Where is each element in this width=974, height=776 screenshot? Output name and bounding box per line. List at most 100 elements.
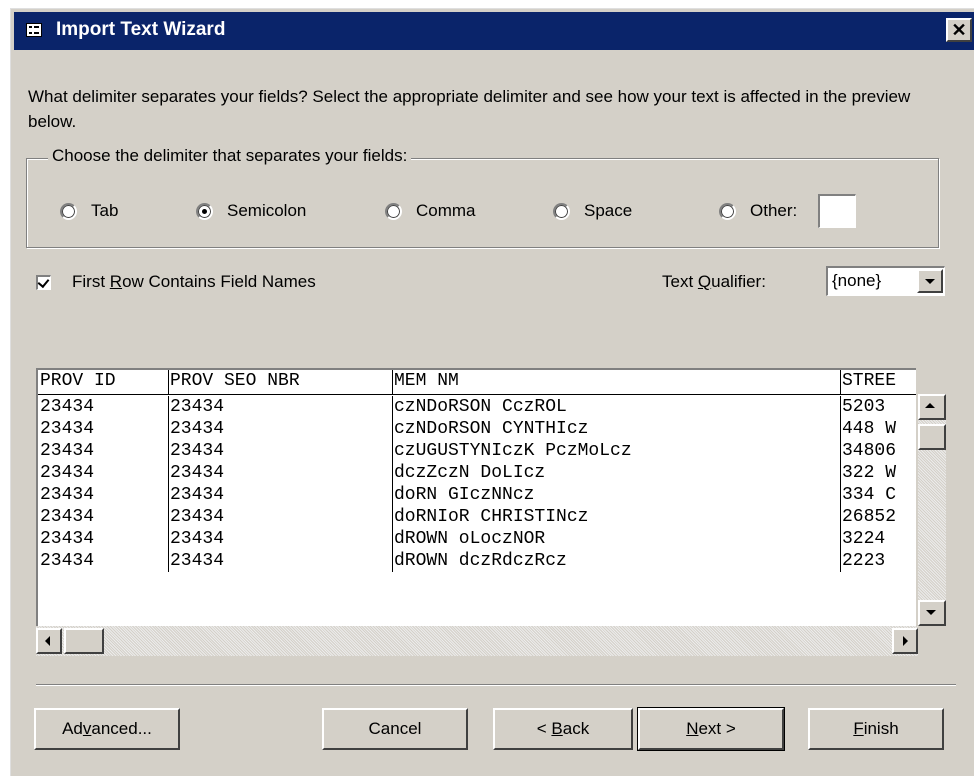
- table-cell: 2223: [842, 551, 886, 571]
- radio-semicolon-label: Semicolon: [227, 201, 307, 220]
- table-cell: 23434: [168, 506, 393, 528]
- table-cell: 3224: [842, 529, 886, 549]
- text-qualifier-select[interactable]: {none}: [826, 266, 945, 296]
- table-cell: dROWN dczRdczRcz: [392, 550, 841, 572]
- table-cell: dROWN oLoczNOR: [392, 528, 841, 550]
- table-cell: doRN GIczNNcz: [392, 484, 841, 506]
- advanced-button-label: anced...: [91, 719, 152, 738]
- close-button[interactable]: ✕: [946, 18, 972, 42]
- radio-space-label: Space: [584, 201, 633, 220]
- table-cell: doRNIoR CHRISTINcz: [392, 506, 841, 528]
- scroll-left-icon: [45, 636, 50, 646]
- table-cell: 5203: [842, 397, 886, 417]
- column-header[interactable]: STREE: [840, 370, 916, 395]
- scroll-down-button[interactable]: [918, 600, 946, 626]
- advanced-button[interactable]: Advanced...: [34, 708, 180, 750]
- table-cell: 23434: [38, 550, 169, 572]
- table-cell: 23434: [38, 506, 169, 528]
- back-button-label: ack: [562, 719, 590, 738]
- table-cell: 23434: [168, 528, 393, 550]
- table-cell: czNDoRSON CYNTHIcz: [392, 418, 841, 440]
- radio-tab[interactable]: Tab: [60, 201, 118, 221]
- advanced-button-label: Ad: [62, 719, 83, 738]
- chevron-down-icon: [925, 279, 935, 284]
- next-button-label: ext >: [698, 719, 736, 738]
- table-cell: 334 C: [842, 485, 897, 505]
- next-button[interactable]: Next >: [637, 707, 785, 751]
- radio-tab-label: Tab: [91, 201, 119, 220]
- table-cell: 23434: [38, 462, 169, 484]
- first-row-label[interactable]: First Row Contains Field Names: [72, 272, 316, 292]
- table-cell: 23434: [168, 550, 393, 572]
- cancel-button[interactable]: Cancel: [322, 708, 468, 750]
- form-window-icon: [26, 23, 42, 37]
- column-header[interactable]: PROV ID: [38, 370, 169, 395]
- other-delimiter-input[interactable]: [818, 194, 856, 228]
- table-cell: 23434: [168, 462, 393, 484]
- first-row-checkbox[interactable]: [36, 275, 51, 290]
- table-cell: 23434: [38, 396, 169, 418]
- table-cell: 23434: [168, 484, 393, 506]
- radio-other[interactable]: Other:: [719, 201, 797, 221]
- scroll-left-button[interactable]: [36, 628, 62, 654]
- close-icon: ✕: [951, 20, 967, 40]
- radio-comma-circle[interactable]: [385, 202, 402, 220]
- title-bar[interactable]: Import Text Wizard ✕: [14, 12, 974, 50]
- finish-button[interactable]: Finish: [808, 708, 944, 750]
- table-cell: 26852: [842, 507, 897, 527]
- text-qualifier-label: Text Qualifier:: [662, 272, 766, 292]
- table-cell: dczZczN DoLIcz: [392, 462, 841, 484]
- horizontal-scroll-thumb[interactable]: [64, 628, 104, 654]
- vertical-scroll-thumb[interactable]: [918, 424, 946, 450]
- radio-other-label: Other:: [750, 201, 798, 220]
- table-cell: 448 W: [842, 419, 897, 439]
- finish-button-label: inish: [863, 719, 899, 738]
- radio-other-circle[interactable]: [719, 202, 736, 220]
- delimiter-group-legend: Choose the delimiter that separates your…: [48, 146, 412, 166]
- first-row-label-part: First: [72, 272, 110, 291]
- back-button-label: <: [536, 719, 552, 738]
- table-cell: 23434: [38, 528, 169, 550]
- scroll-up-icon: [925, 403, 935, 408]
- button-separator: [36, 684, 956, 686]
- table-cell: 23434: [38, 440, 169, 462]
- table-cell: 23434: [168, 440, 393, 462]
- radio-space[interactable]: Space: [553, 201, 632, 221]
- scroll-up-button[interactable]: [918, 394, 946, 420]
- dropdown-button[interactable]: [917, 269, 943, 293]
- text-qualifier-label-hotkey: Q: [697, 272, 712, 291]
- first-row-label-part: ow Contains Field Names: [122, 272, 316, 291]
- scroll-down-icon: [926, 610, 936, 615]
- table-cell: 23434: [38, 418, 169, 440]
- radio-comma-label: Comma: [416, 201, 476, 220]
- text-qualifier-label-part: Text: [662, 272, 698, 291]
- scroll-right-icon: [903, 636, 908, 646]
- back-button[interactable]: < Back: [493, 708, 633, 750]
- radio-comma[interactable]: Comma: [385, 201, 476, 221]
- table-cell: 23434: [168, 396, 393, 418]
- radio-tab-circle[interactable]: [60, 202, 77, 220]
- radio-semicolon-circle[interactable]: [196, 202, 213, 220]
- table-cell: 322 W: [842, 463, 897, 483]
- scroll-right-button[interactable]: [892, 628, 918, 654]
- window-title: Import Text Wizard: [56, 19, 226, 40]
- text-qualifier-label-part: ualifier:: [711, 272, 766, 291]
- back-button-hotkey: B: [551, 719, 563, 738]
- preview-grid[interactable]: PROV ID PROV SEO NBR MEM NM STREE 23434 2…: [36, 368, 916, 626]
- table-cell: czUGUSTYNIczK PczMoLcz: [392, 440, 841, 462]
- radio-space-circle[interactable]: [553, 202, 570, 220]
- table-cell: 23434: [38, 484, 169, 506]
- table-cell: 23434: [168, 418, 393, 440]
- text-qualifier-value: {none}: [832, 271, 882, 290]
- preview-vertical-scrollbar[interactable]: [918, 394, 946, 626]
- next-button-hotkey: N: [686, 719, 699, 738]
- column-header[interactable]: MEM NM: [392, 370, 841, 395]
- radio-semicolon[interactable]: Semicolon: [196, 201, 306, 221]
- finish-button-hotkey: F: [853, 719, 864, 738]
- first-row-label-hotkey: R: [109, 272, 123, 291]
- table-cell: czNDoRSON CczROL: [392, 396, 841, 418]
- column-header[interactable]: PROV SEO NBR: [168, 370, 393, 395]
- preview-horizontal-scrollbar[interactable]: [36, 626, 918, 656]
- delimiter-group-box: [26, 158, 939, 248]
- table-cell: 34806: [842, 441, 897, 461]
